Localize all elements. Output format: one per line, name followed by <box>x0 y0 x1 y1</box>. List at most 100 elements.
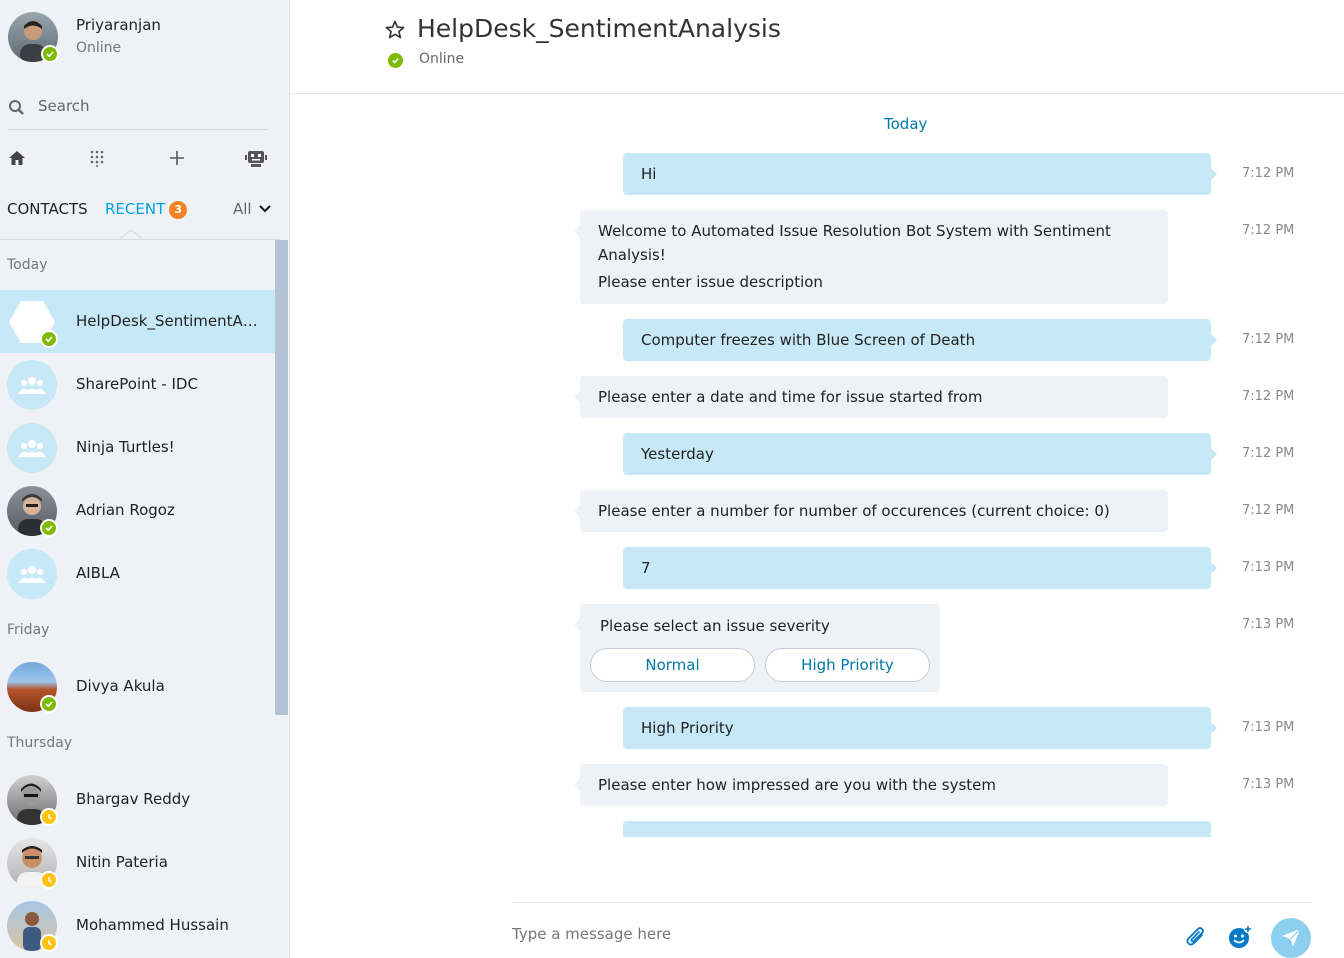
tab-contacts[interactable]: CONTACTS <box>7 200 88 218</box>
message-text: Please enter a number for number of occu… <box>598 502 1110 520</box>
message-text: Please enter issue description <box>598 273 823 291</box>
contact-name: Bhargav Reddy <box>76 790 191 808</box>
list-item[interactable]: Nitin Pateria <box>0 831 275 894</box>
message-text: High Priority <box>641 719 734 737</box>
search-placeholder: Search <box>38 97 90 115</box>
message-bubble[interactable]: Please enter a number for number of occu… <box>574 490 1168 532</box>
tab-recent[interactable]: RECENT 3 <box>105 200 188 219</box>
header-status: Online <box>419 51 465 67</box>
conversation-panel: HelpDesk_SentimentAnalysis Online Today … <box>291 0 1344 958</box>
message-text: Please enter a date and time for issue s… <box>598 388 983 406</box>
filter-dropdown[interactable]: All <box>233 200 272 218</box>
attach-icon[interactable] <box>1182 923 1210 951</box>
list-item[interactable]: AIBLA <box>0 542 275 605</box>
contact-name: Mohammed Hussain <box>76 916 229 934</box>
message-bubble[interactable]: Welcome to Automated Issue Resolution Bo… <box>574 210 1168 304</box>
away-status-icon <box>40 934 58 952</box>
message-text: Please select an issue severity <box>600 617 830 635</box>
message-text: Analysis! <box>598 246 666 264</box>
profile[interactable]: Priyaranjan Online <box>8 12 288 72</box>
message-bubble[interactable]: Please enter how impressed are you with … <box>574 764 1168 806</box>
message-input[interactable] <box>512 921 1152 947</box>
list-item[interactable]: HelpDesk_SentimentAnalysis <box>0 290 275 353</box>
online-status-icon <box>40 330 58 348</box>
message-list: Today Hi 7:12 PM Welcome to Automated Is… <box>291 95 1344 837</box>
conversation-header: HelpDesk_SentimentAnalysis Online <box>291 0 1344 94</box>
search-icon <box>9 100 24 115</box>
online-status-icon <box>41 45 59 63</box>
contact-name: Adrian Rogoz <box>76 501 175 519</box>
page-title: HelpDesk_SentimentAnalysis <box>417 14 781 43</box>
message-time: 7:12 PM <box>1242 389 1295 404</box>
list-item[interactable]: Divya Akula <box>0 655 275 718</box>
contact-tabs: CONTACTS RECENT 3 All <box>0 196 280 241</box>
group-label-thursday: Thursday <box>7 735 73 751</box>
message-time: 7:12 PM <box>1242 503 1295 518</box>
message-text: Hi <box>641 165 657 183</box>
message-bubble[interactable]: Hi <box>623 153 1217 195</box>
message-text: Yesterday <box>641 445 714 463</box>
chevron-down-icon <box>259 205 272 213</box>
recent-count-badge: 3 <box>169 200 188 219</box>
choice-card: Please select an issue severity Normal H… <box>574 604 940 692</box>
profile-name: Priyaranjan <box>76 16 161 34</box>
list-item[interactable]: Mohammed Hussain <box>0 894 275 957</box>
message-bubble[interactable]: Computer freezes with Blue Screen of Dea… <box>623 319 1217 361</box>
choice-high-priority-button[interactable]: High Priority <box>765 648 930 682</box>
add-icon[interactable] <box>162 143 192 173</box>
message-time: 7:12 PM <box>1242 223 1295 238</box>
star-icon[interactable] <box>385 20 405 40</box>
day-separator: Today <box>884 115 928 133</box>
sidebar: Priyaranjan Online Search CONTACTS RECEN… <box>0 0 290 958</box>
bot-icon[interactable] <box>241 143 271 173</box>
message-bubble[interactable]: 7 <box>623 547 1217 589</box>
message-time: 7:12 PM <box>1242 446 1295 461</box>
tab-recent-label: RECENT <box>105 200 166 218</box>
list-item[interactable]: Ninja Turtles! <box>0 416 275 479</box>
contact-name: Divya Akula <box>76 677 165 695</box>
dialpad-icon[interactable] <box>82 143 112 173</box>
message-text: Welcome to Automated Issue Resolution Bo… <box>598 222 1111 240</box>
message-time: 7:12 PM <box>1242 332 1295 347</box>
message-composer <box>512 902 1312 958</box>
message-bubble[interactable]: Please enter a date and time for issue s… <box>574 376 1168 418</box>
list-item[interactable]: Bhargav Reddy <box>0 768 275 831</box>
emoticon-icon[interactable] <box>1226 923 1254 951</box>
message-bubble[interactable]: High Priority <box>623 707 1217 749</box>
filter-label: All <box>233 200 252 218</box>
search-box[interactable]: Search <box>8 94 268 130</box>
group-icon <box>7 360 57 410</box>
toolbar <box>0 143 280 173</box>
message-time: 7:12 PM <box>1242 166 1295 181</box>
contact-name: HelpDesk_SentimentAnalysis <box>76 312 266 330</box>
message-text: Please enter how impressed are you with … <box>598 776 997 794</box>
contact-name: SharePoint - IDC <box>76 375 198 393</box>
group-label-today: Today <box>7 257 48 273</box>
list-item[interactable]: Adrian Rogoz <box>0 479 275 542</box>
message-time: 7:13 PM <box>1242 617 1295 632</box>
message-time: 7:13 PM <box>1242 720 1295 735</box>
profile-status: Online <box>76 40 122 56</box>
group-label-friday: Friday <box>7 622 50 638</box>
message-text: 7 <box>641 559 651 577</box>
message-bubble[interactable]: Yesterday <box>623 433 1217 475</box>
recent-list: Today HelpDesk_SentimentAnalysis SharePo… <box>0 240 275 958</box>
message-time: 7:13 PM <box>1242 777 1295 792</box>
home-icon[interactable] <box>2 143 32 173</box>
list-item[interactable]: SharePoint - IDC <box>0 353 275 416</box>
online-status-icon <box>40 695 58 713</box>
message-bubble-partial[interactable] <box>623 821 1217 837</box>
online-status-icon <box>40 519 58 537</box>
contact-name: Nitin Pateria <box>76 853 168 871</box>
send-button[interactable] <box>1271 918 1311 958</box>
message-time: 7:13 PM <box>1242 560 1295 575</box>
message-text: Computer freezes with Blue Screen of Dea… <box>641 331 976 349</box>
group-icon <box>7 423 57 473</box>
contact-name: Ninja Turtles! <box>76 438 175 456</box>
online-status-icon <box>388 53 403 68</box>
choice-normal-button[interactable]: Normal <box>590 648 755 682</box>
group-icon <box>7 549 57 599</box>
away-status-icon <box>40 871 58 889</box>
send-icon <box>1282 928 1301 947</box>
scrollbar[interactable] <box>275 240 288 715</box>
